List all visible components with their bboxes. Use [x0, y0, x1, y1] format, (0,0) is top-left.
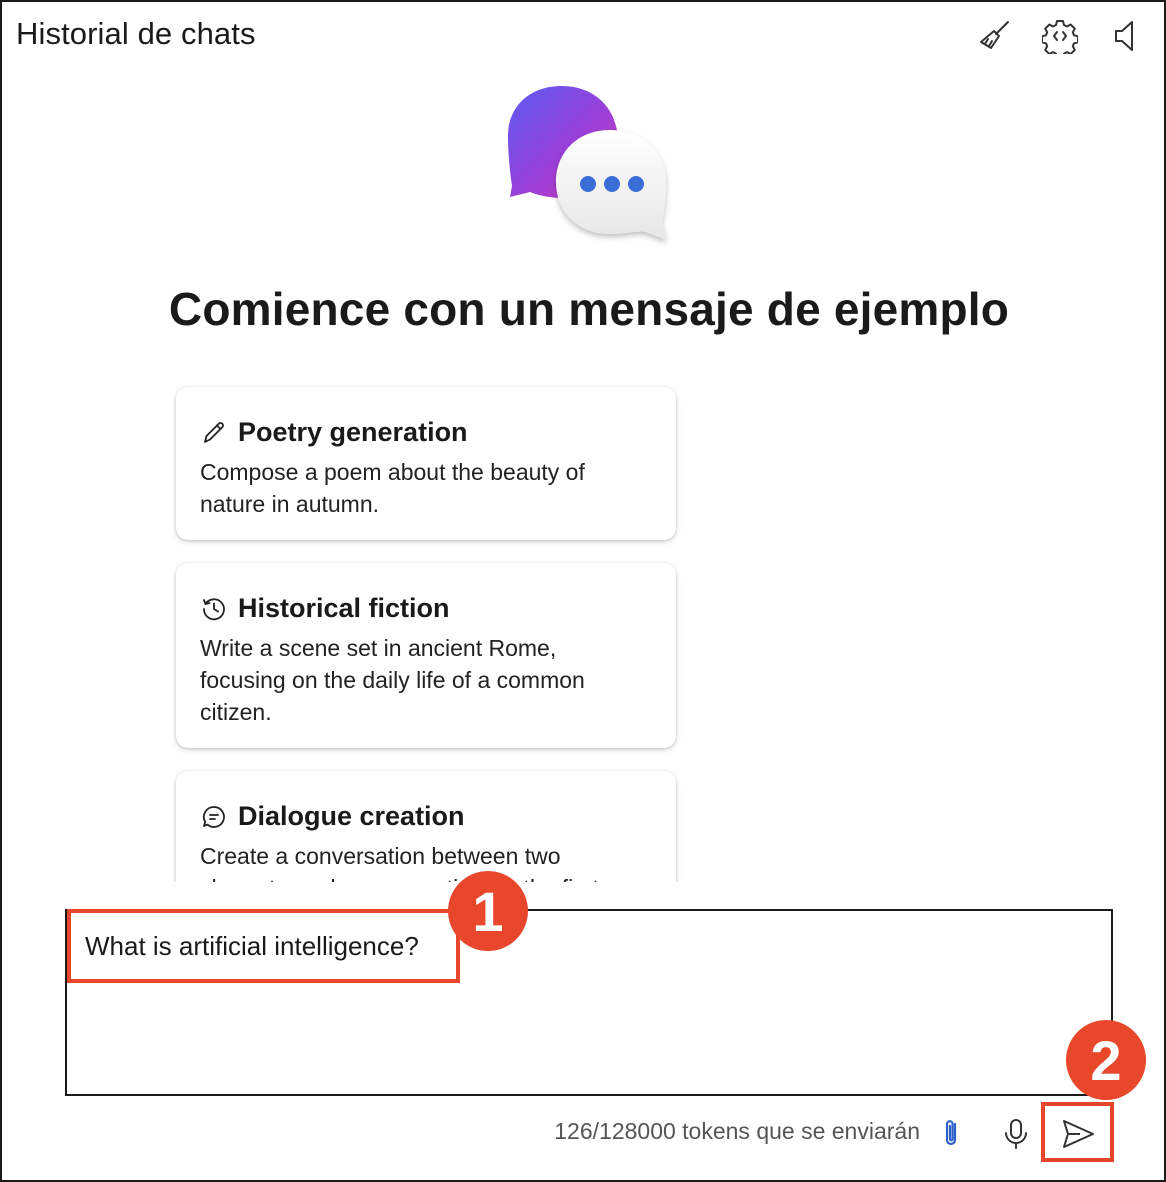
settings-gear-icon[interactable]: [1040, 16, 1080, 56]
annotation-badge-2: 2: [1066, 1020, 1146, 1100]
app-window: Historial de chats Comience con un mensa…: [0, 0, 1166, 1182]
annotation-badge-1: 1: [448, 871, 528, 951]
annotation-highlight-input: [67, 909, 460, 983]
card-description: Create a conversation between two charac…: [200, 843, 599, 882]
pencil-icon: [200, 419, 228, 447]
page-title: Historial de chats: [16, 16, 256, 51]
example-card-poetry[interactable]: Poetry generation Compose a poem about t…: [176, 387, 676, 540]
annotation-highlight-send: [1041, 1102, 1114, 1162]
example-card-dialogue[interactable]: Dialogue creation Create a conversation …: [176, 771, 676, 882]
example-cards-list: Poetry generation Compose a poem about t…: [162, 374, 702, 882]
input-footer: 126/128000 tokens que se enviarán: [2, 1110, 1166, 1158]
card-description: Compose a poem about the beauty of natur…: [200, 459, 585, 517]
broom-icon[interactable]: [974, 16, 1014, 56]
token-counter: 126/128000 tokens que se enviarán: [554, 1118, 920, 1144]
history-icon: [200, 595, 228, 623]
card-title: Dialogue creation: [238, 801, 465, 831]
card-title: Historical fiction: [238, 593, 450, 623]
example-heading: Comience con un mensaje de ejemplo: [168, 283, 1010, 335]
chat-bubbles-icon: [500, 82, 675, 247]
speaker-icon[interactable]: [1106, 16, 1146, 56]
example-card-historical[interactable]: Historical fiction Write a scene set in …: [176, 563, 676, 748]
microphone-icon[interactable]: [994, 1112, 1038, 1156]
chat-icon: [200, 803, 228, 831]
paperclip-icon[interactable]: [930, 1112, 974, 1156]
card-title: Poetry generation: [238, 417, 468, 447]
header-toolbar: [974, 16, 1146, 56]
card-description: Write a scene set in ancient Rome, focus…: [200, 635, 585, 725]
